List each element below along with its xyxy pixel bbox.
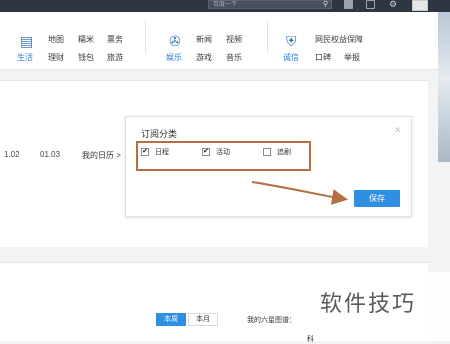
tab-this-week[interactable]: 本周 — [156, 313, 186, 326]
watermark: 软件技巧 — [320, 292, 417, 317]
truncated-text: 科 — [307, 336, 314, 343]
save-button[interactable]: 保存 — [354, 190, 400, 207]
six-star-label: 我的六星图谱： — [247, 317, 296, 324]
tab-this-month[interactable]: 本月 — [188, 313, 218, 326]
